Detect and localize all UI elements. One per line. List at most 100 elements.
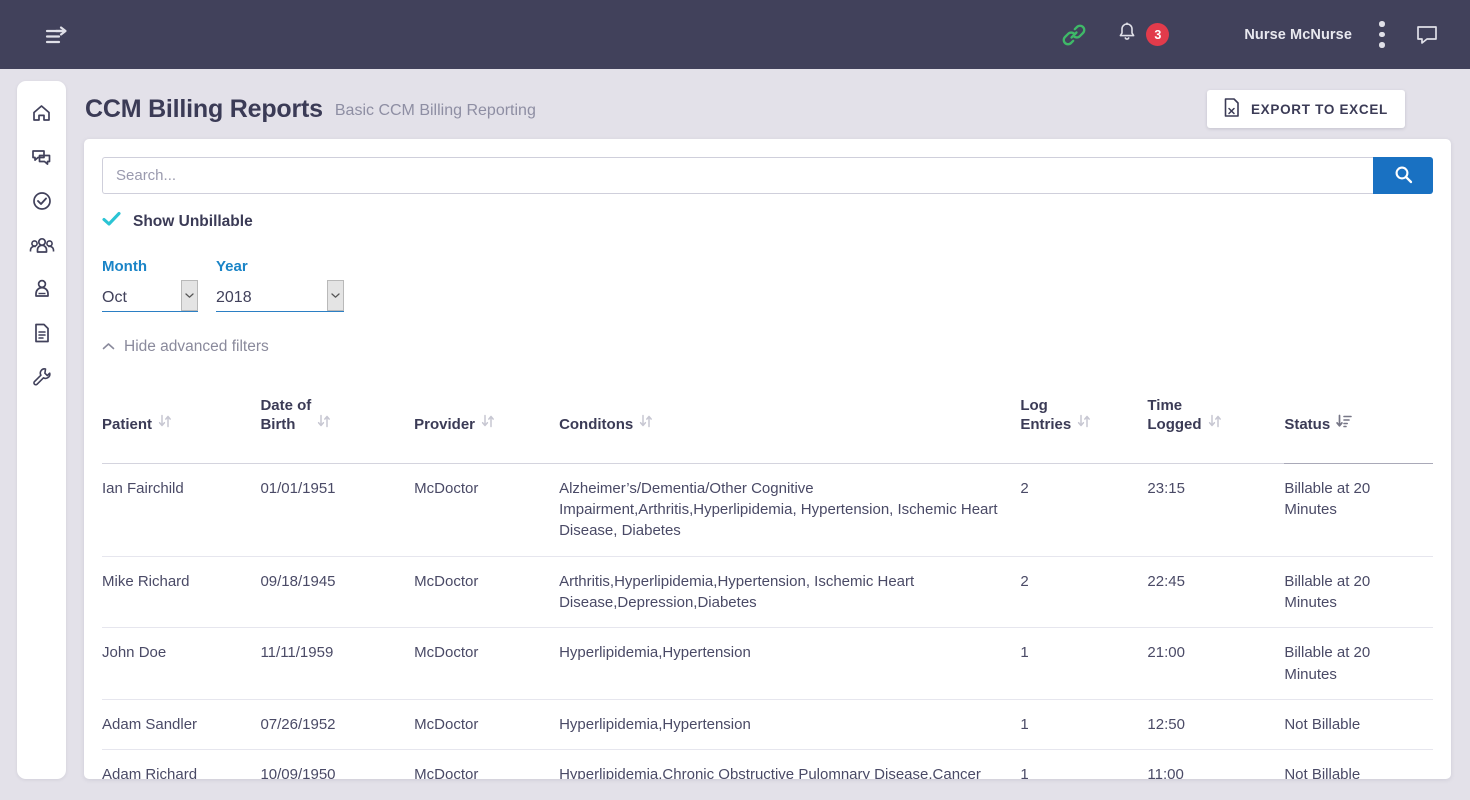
notification-badge: 3 (1146, 23, 1169, 46)
table-row[interactable]: Mike Richard 09/18/1945 McDoctor Arthrit… (102, 556, 1433, 628)
column-header-log-entries[interactable]: Log Entries (1020, 375, 1147, 463)
page-subtitle: Basic CCM Billing Reporting (335, 99, 536, 120)
sort-icon (1077, 394, 1090, 434)
page-title: CCM Billing Reports (85, 95, 323, 124)
column-label-conditions: Conditons (559, 415, 633, 434)
sort-icon (158, 394, 171, 434)
sidebar-item-groups[interactable] (25, 235, 59, 260)
column-label-patient: Patient (102, 415, 152, 434)
checkmark-icon (102, 211, 121, 232)
table-header-row: Patient Date of Birth (102, 375, 1433, 463)
advanced-filters-label: Hide advanced filters (124, 338, 269, 356)
advanced-filters-toggle[interactable]: Hide advanced filters (102, 338, 269, 356)
more-vertical-icon[interactable] (1370, 20, 1394, 50)
cell-time-logged: 11:00 (1147, 750, 1284, 779)
year-select[interactable]: 2018 (216, 281, 344, 312)
cell-log-entries: 2 (1020, 463, 1147, 556)
chevron-down-icon[interactable] (327, 280, 344, 311)
chevron-down-icon[interactable] (181, 280, 198, 311)
search-input[interactable] (102, 157, 1373, 194)
tasks-icon (31, 190, 53, 217)
column-header-conditions[interactable]: Conditons (559, 375, 1020, 463)
cell-log-entries: 2 (1020, 556, 1147, 628)
sidebar-item-messages[interactable] (25, 147, 59, 172)
export-to-excel-button[interactable]: EXPORT TO EXCEL (1207, 90, 1405, 128)
excel-file-icon (1224, 98, 1240, 120)
chevron-up-icon (102, 338, 115, 356)
sort-icon (1208, 394, 1221, 434)
cell-log-entries: 1 (1020, 750, 1147, 779)
messages-icon (30, 147, 53, 172)
search-button[interactable] (1373, 157, 1433, 194)
top-bar-actions: 3 Nurse McNurse (1061, 0, 1470, 69)
reports-icon (33, 322, 51, 349)
cell-conditions: Arthritis,Hyperlipidemia,Hypertension, I… (559, 556, 1020, 628)
sidebar-item-tools[interactable] (25, 367, 59, 392)
table-body: Ian Fairchild 01/01/1951 McDoctor Alzhei… (102, 463, 1433, 779)
cell-time-logged: 23:15 (1147, 463, 1284, 556)
table-row[interactable]: John Doe 11/11/1959 McDoctor Hyperlipide… (102, 628, 1433, 700)
tools-icon (31, 366, 53, 393)
cell-provider: McDoctor (414, 556, 559, 628)
search-row (102, 157, 1433, 194)
show-unbillable-label: Show Unbillable (133, 213, 253, 231)
top-bar: 3 Nurse McNurse (0, 0, 1470, 69)
column-header-time-logged[interactable]: Time Logged (1147, 375, 1284, 463)
cell-patient: Adam Sandler (102, 699, 260, 749)
sidebar-item-reports[interactable] (25, 323, 59, 348)
billing-report-card: Show Unbillable Month Oct Year 2018 (84, 139, 1451, 779)
patient-icon (31, 278, 53, 305)
table-row[interactable]: Ian Fairchild 01/01/1951 McDoctor Alzhei… (102, 463, 1433, 556)
home-icon (31, 103, 52, 128)
cell-dob: 07/26/1952 (260, 699, 414, 749)
show-unbillable-toggle[interactable]: Show Unbillable (102, 211, 253, 232)
year-filter-label: Year (216, 258, 344, 275)
column-header-provider[interactable]: Provider (414, 375, 559, 463)
user-name[interactable]: Nurse McNurse (1244, 27, 1352, 43)
cell-log-entries: 1 (1020, 628, 1147, 700)
page-header: CCM Billing Reports Basic CCM Billing Re… (85, 88, 1405, 130)
column-header-dob[interactable]: Date of Birth (260, 375, 414, 463)
cell-status: Not Billable (1284, 750, 1433, 779)
cell-conditions: Hyperlipidemia,Chronic Obstructive Pulom… (559, 750, 1020, 779)
column-label-status: Status (1284, 415, 1330, 434)
column-label-log-entries: Log Entries (1020, 396, 1071, 434)
year-select-value: 2018 (216, 289, 327, 311)
export-to-excel-label: EXPORT TO EXCEL (1251, 102, 1388, 117)
table-header: Patient Date of Birth (102, 375, 1433, 463)
sidebar (17, 81, 66, 779)
cell-provider: McDoctor (414, 628, 559, 700)
month-select[interactable]: Oct (102, 281, 198, 312)
sort-icon (639, 394, 652, 434)
cell-conditions: Alzheimer’s/Dementia/Other Cognitive Imp… (559, 463, 1020, 556)
month-filter-label: Month (102, 258, 198, 275)
cell-patient: Adam Richard (102, 750, 260, 779)
cell-dob: 09/18/1945 (260, 556, 414, 628)
column-label-provider: Provider (414, 415, 475, 434)
cell-time-logged: 12:50 (1147, 699, 1284, 749)
filters-row: Month Oct Year 2018 (102, 258, 1433, 312)
chain-link-icon[interactable] (1061, 22, 1087, 48)
chat-bubble-icon[interactable] (1416, 25, 1438, 45)
column-header-status[interactable]: Status (1284, 375, 1433, 463)
table-row[interactable]: Adam Richard 10/09/1950 McDoctor Hyperli… (102, 750, 1433, 779)
sidebar-item-home[interactable] (25, 103, 59, 128)
groups-icon (29, 235, 55, 260)
bell-icon (1117, 21, 1137, 48)
table-row[interactable]: Adam Sandler 07/26/1952 McDoctor Hyperli… (102, 699, 1433, 749)
sort-icon (481, 394, 494, 434)
cell-dob: 11/11/1959 (260, 628, 414, 700)
notifications-button[interactable]: 3 (1117, 21, 1169, 48)
sidebar-item-patients[interactable] (25, 279, 59, 304)
cell-status: Not Billable (1284, 699, 1433, 749)
column-label-dob: Date of Birth (260, 396, 311, 434)
sort-descending-icon (1336, 394, 1352, 434)
hamburger-arrow-icon[interactable] (42, 22, 72, 48)
cell-dob: 01/01/1951 (260, 463, 414, 556)
cell-conditions: Hyperlipidemia,Hypertension (559, 628, 1020, 700)
billing-table: Patient Date of Birth (102, 375, 1433, 779)
cell-provider: McDoctor (414, 750, 559, 779)
column-header-patient[interactable]: Patient (102, 375, 260, 463)
sidebar-item-tasks[interactable] (25, 191, 59, 216)
cell-provider: McDoctor (414, 463, 559, 556)
